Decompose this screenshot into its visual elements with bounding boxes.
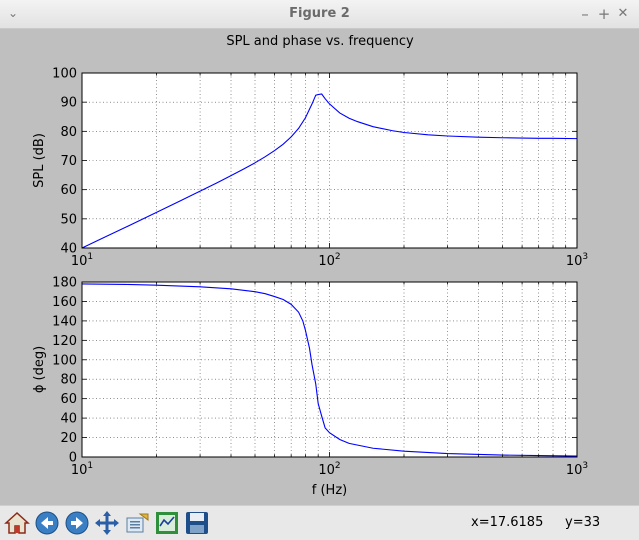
figure-window: ⌄ Figure 2 – + ✕ SPL and phase vs. frequ…: [0, 0, 639, 540]
maximize-button[interactable]: +: [594, 4, 614, 24]
close-button[interactable]: ✕: [613, 4, 633, 24]
subplot2-x-tick-label: 102: [318, 461, 340, 478]
subplot1-y-tick-label: 50: [60, 212, 77, 227]
subplot1-y-tick-label: 40: [60, 242, 77, 257]
home-icon[interactable]: [4, 510, 30, 536]
subplot1-y-tick-label: 100: [52, 67, 77, 82]
figure-canvas[interactable]: SPL and phase vs. frequency 101 102 103405…: [0, 28, 639, 505]
save-disk-icon[interactable]: [184, 510, 210, 536]
subplot1-x-tick-label: 102: [318, 252, 340, 269]
subplot2-y-tick-label: 160: [52, 295, 77, 310]
subplot2-x-tick-label: 103: [566, 461, 588, 478]
title-bar: ⌄ Figure 2 – + ✕: [0, 0, 639, 29]
window-title: Figure 2: [289, 6, 350, 21]
subplot2-y-tick-label: 0: [69, 451, 77, 466]
subplot1-x-tick-label: 103: [566, 252, 588, 269]
forward-arrow-icon[interactable]: [64, 510, 90, 536]
figure-suptitle: SPL and phase vs. frequency: [226, 34, 414, 49]
cursor-y-readout: y=33: [565, 515, 601, 530]
navigation-toolbar: x=17.6185 y=33: [0, 505, 639, 540]
subplot2-y-tick-label: 60: [60, 392, 77, 407]
minimize-button[interactable]: –: [575, 4, 595, 24]
pan-move-icon[interactable]: [94, 510, 120, 536]
subplot2-y-tick-label: 180: [52, 276, 77, 291]
configure-subplots-icon[interactable]: [154, 510, 180, 536]
subplot2-y-tick-label: 20: [60, 431, 77, 446]
back-arrow-icon[interactable]: [34, 510, 60, 536]
subplot2-y-tick-label: 40: [60, 412, 77, 427]
subplot2-y-tick-label: 100: [52, 353, 77, 368]
subplot2-y-tick-label: 120: [52, 334, 77, 349]
subplot2-y-axis-label: ϕ (deg): [32, 346, 47, 393]
subplot1-y-tick-label: 60: [60, 183, 77, 198]
subplot1-y-axis-label: SPL (dB): [32, 133, 47, 188]
subplot1-y-tick-label: 70: [60, 154, 77, 169]
subplot2-x-axis-label: f (Hz): [312, 483, 347, 498]
subplot1-y-tick-label: 90: [60, 96, 77, 111]
cursor-x-readout: x=17.6185: [471, 515, 544, 530]
subplot1-y-tick-label: 80: [60, 125, 77, 140]
subplot2-y-tick-label: 80: [60, 373, 77, 388]
subplot2-y-tick-label: 140: [52, 314, 77, 329]
zoom-rect-icon[interactable]: [124, 510, 150, 536]
